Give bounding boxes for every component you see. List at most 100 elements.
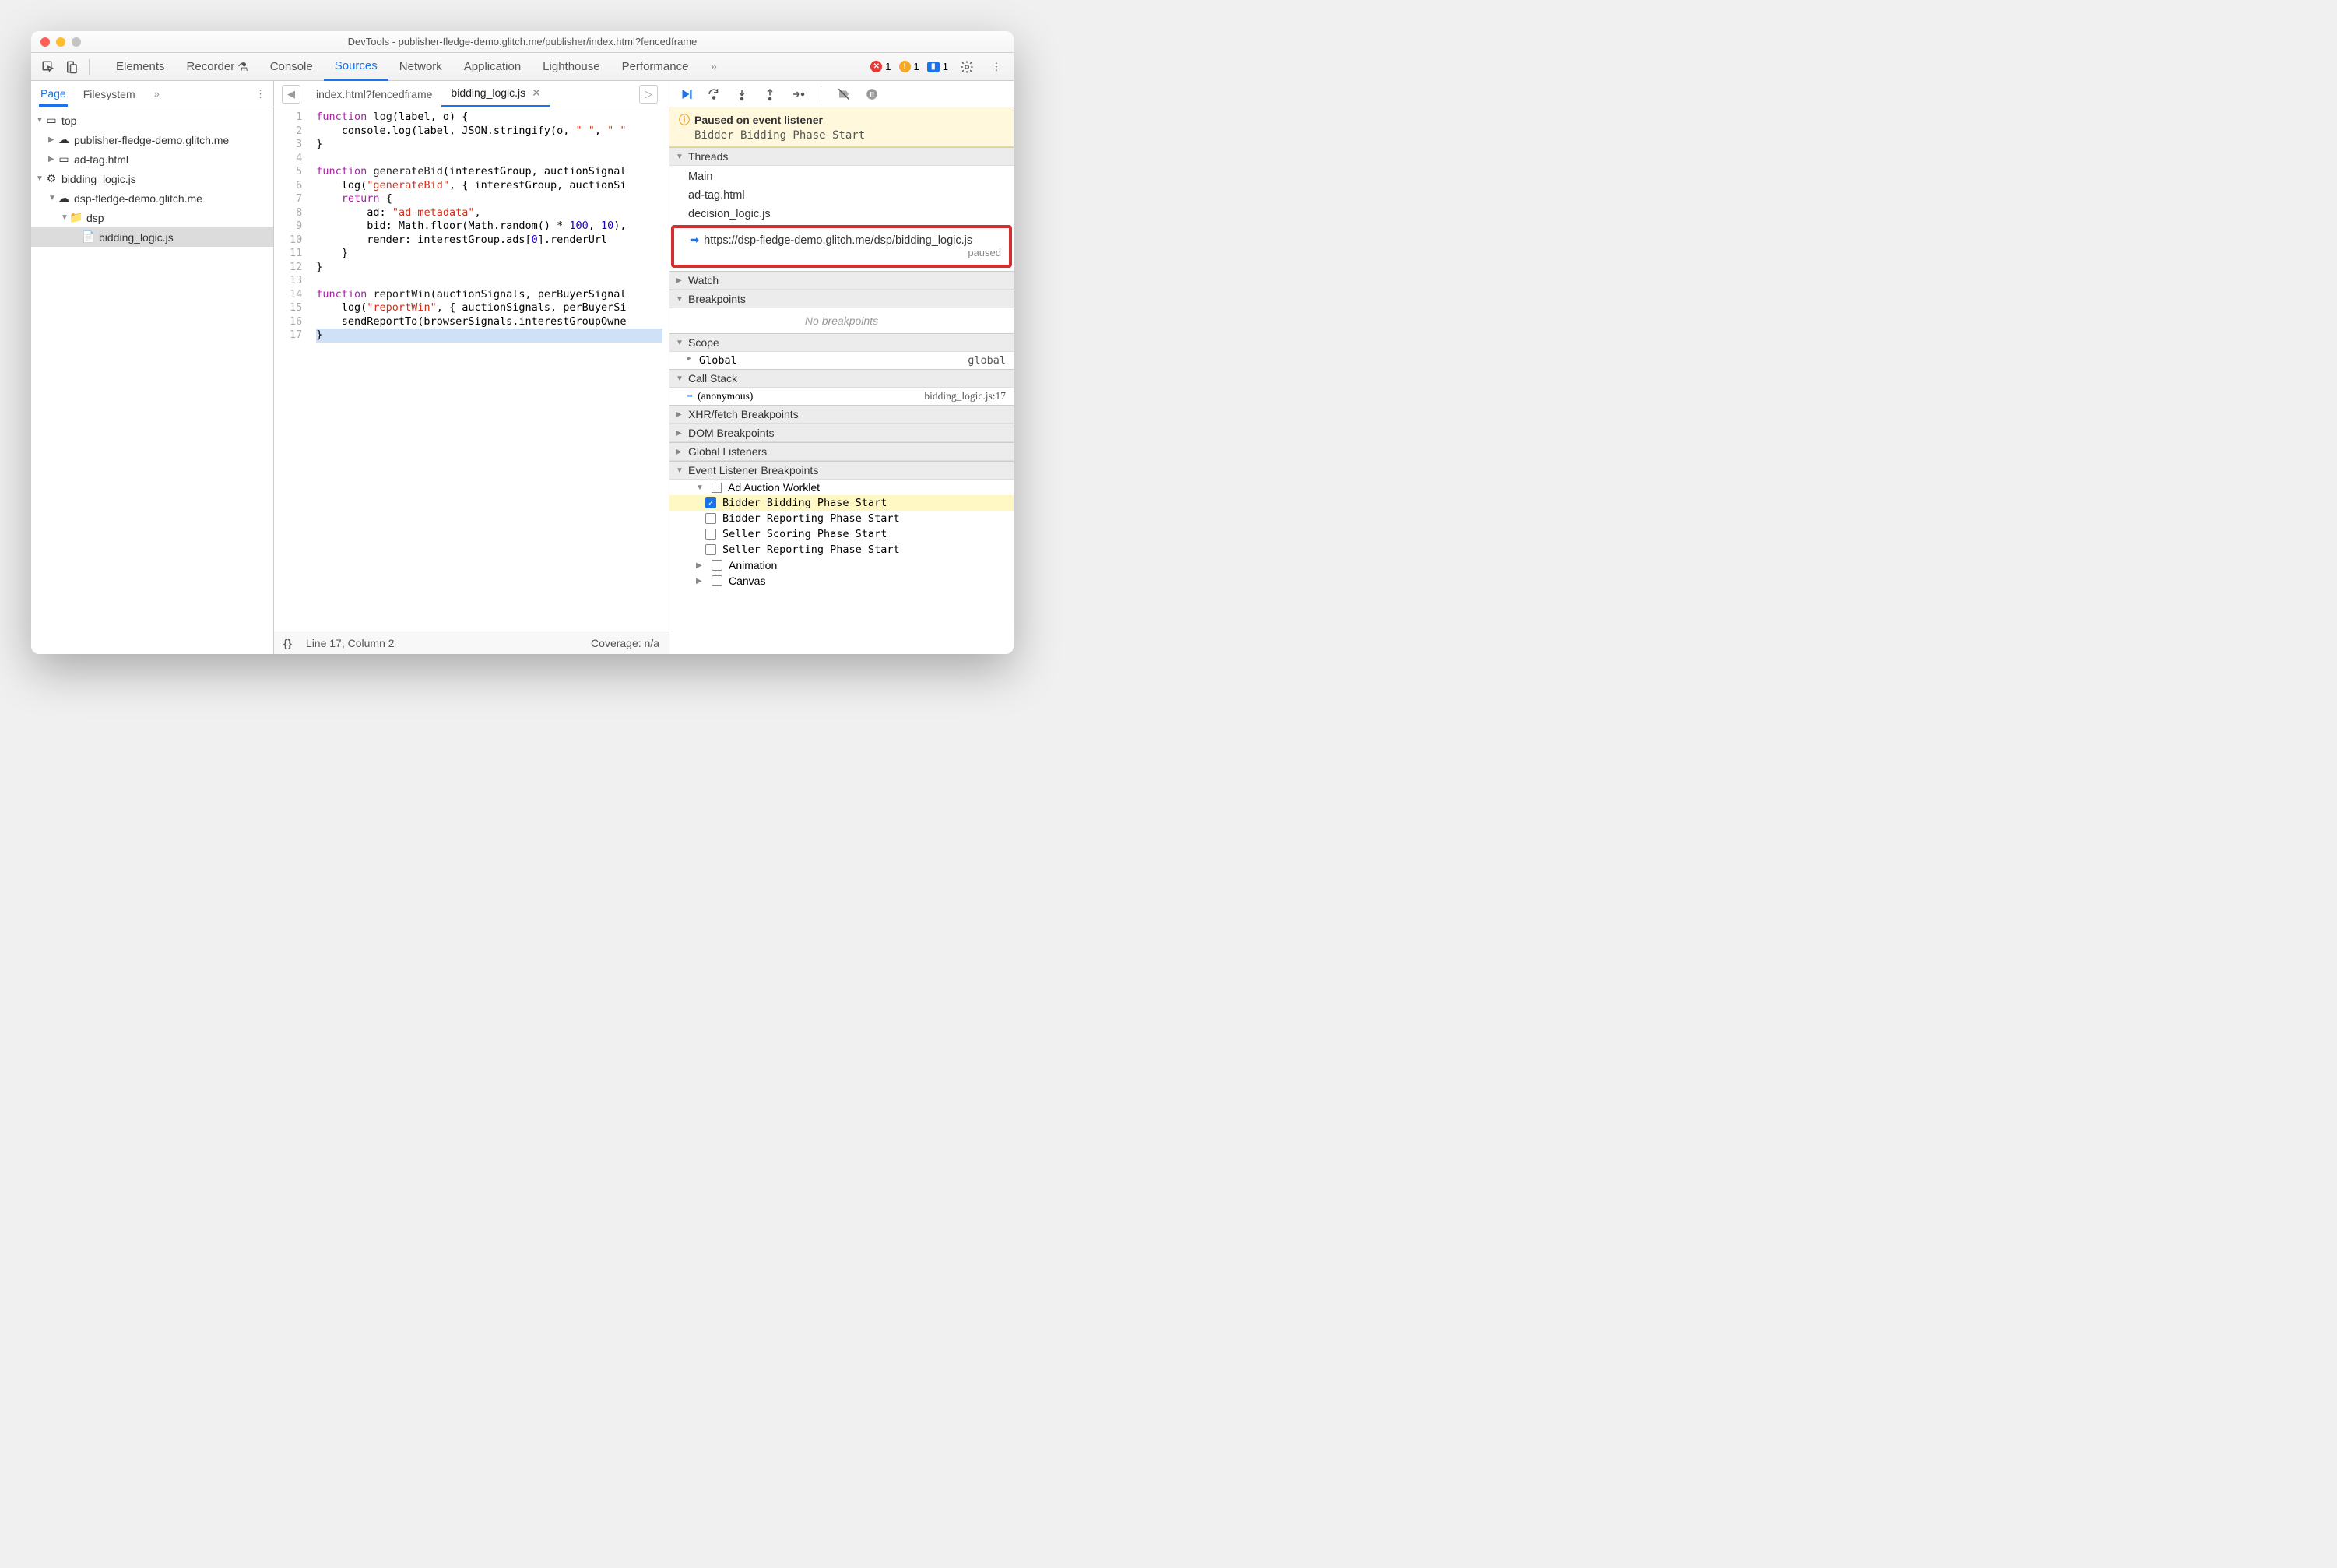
callstack-header[interactable]: ▼Call Stack — [669, 369, 1014, 388]
checkbox-icon[interactable] — [705, 529, 716, 540]
thread-adtag[interactable]: ad-tag.html — [669, 186, 1014, 205]
issues-badge[interactable]: ▮1 — [927, 61, 948, 72]
tab-console[interactable]: Console — [259, 53, 324, 81]
errors-badge[interactable]: ✕1 — [870, 61, 891, 72]
navigator-pane: Page Filesystem » ⋮ ▼▭top ▶☁publisher-fl… — [31, 81, 274, 654]
checkbox-checked-icon[interactable]: ✓ — [705, 497, 716, 508]
thread-main[interactable]: Main — [669, 167, 1014, 186]
ev-bidder-reporting-start[interactable]: Bidder Reporting Phase Start — [669, 511, 1014, 526]
tab-performance[interactable]: Performance — [611, 53, 700, 81]
tree-item-dsp-folder[interactable]: ▼📁dsp — [31, 208, 273, 227]
threads-header[interactable]: ▼Threads — [669, 147, 1014, 166]
ev-category-animation[interactable]: ▶Animation — [669, 557, 1014, 573]
step-button[interactable] — [788, 84, 808, 104]
tab-application[interactable]: Application — [453, 53, 532, 81]
step-out-button[interactable] — [760, 84, 780, 104]
flask-icon: ⚗ — [237, 60, 248, 74]
checkbox-icon[interactable] — [705, 544, 716, 555]
close-window-button[interactable] — [40, 37, 50, 47]
navigator-menu-button[interactable]: ⋮ — [255, 88, 265, 100]
navigator-tab-filesystem[interactable]: Filesystem — [82, 83, 137, 105]
tree-item-bidding-worklet[interactable]: ▼⚙bidding_logic.js — [31, 169, 273, 188]
tree-item-dsp-domain[interactable]: ▼☁dsp-fledge-demo.glitch.me — [31, 188, 273, 208]
file-tab-bidding[interactable]: bidding_logic.js✕ — [441, 81, 550, 107]
callstack-frame[interactable]: ➡(anonymous)bidding_logic.js:17 — [669, 388, 1014, 405]
close-tab-icon[interactable]: ✕ — [532, 86, 541, 100]
thread-decision[interactable]: decision_logic.js — [669, 205, 1014, 223]
run-snippet-button[interactable]: ▷ — [639, 85, 658, 104]
device-toggle-button[interactable] — [61, 56, 83, 78]
watch-header[interactable]: ▶Watch — [669, 271, 1014, 290]
tree-label: bidding_logic.js — [62, 173, 136, 185]
ev-seller-reporting-start[interactable]: Seller Reporting Phase Start — [669, 542, 1014, 557]
checkbox-icon[interactable] — [705, 513, 716, 524]
tab-lighthouse[interactable]: Lighthouse — [532, 53, 610, 81]
ev-bidder-bidding-start[interactable]: ✓Bidder Bidding Phase Start — [669, 495, 1014, 511]
tab-network[interactable]: Network — [388, 53, 453, 81]
zoom-window-button[interactable] — [72, 37, 81, 47]
thread-paused-label: paused — [690, 247, 1001, 258]
checkbox-icon[interactable] — [712, 575, 722, 586]
issues-count: 1 — [943, 61, 948, 72]
code-editor[interactable]: 1234567891011121314151617 function log(l… — [274, 107, 669, 631]
cursor-position: Line 17, Column 2 — [306, 637, 395, 649]
xhr-breakpoints-header[interactable]: ▶XHR/fetch Breakpoints — [669, 405, 1014, 424]
section-label: XHR/fetch Breakpoints — [688, 408, 799, 420]
breakpoints-header[interactable]: ▼Breakpoints — [669, 290, 1014, 308]
tab-elements[interactable]: Elements — [105, 53, 176, 81]
scope-header[interactable]: ▼Scope — [669, 333, 1014, 352]
minimize-window-button[interactable] — [56, 37, 65, 47]
warnings-badge[interactable]: !1 — [899, 61, 919, 72]
navigator-tab-page[interactable]: Page — [39, 83, 68, 107]
checkbox-icon[interactable] — [712, 560, 722, 571]
more-tabs-button[interactable]: » — [699, 53, 727, 81]
toolbar-right: ✕1 !1 ▮1 ⋮ — [870, 56, 1007, 78]
deactivate-breakpoints-button[interactable] — [834, 84, 854, 104]
settings-button[interactable] — [956, 56, 978, 78]
editor-statusbar: {} Line 17, Column 2 Coverage: n/a — [274, 631, 669, 654]
devtools-window: DevTools - publisher-fledge-demo.glitch.… — [31, 31, 1014, 654]
tree-item-top[interactable]: ▼▭top — [31, 111, 273, 130]
js-file-icon: 📄 — [83, 231, 95, 244]
more-menu-button[interactable]: ⋮ — [986, 56, 1007, 78]
nav-back-button[interactable]: ◀ — [282, 85, 300, 104]
folder-icon: 📁 — [70, 212, 83, 224]
step-over-button[interactable] — [704, 84, 724, 104]
tree-label: dsp — [86, 212, 104, 224]
event-listener-bp-header[interactable]: ▼Event Listener Breakpoints — [669, 461, 1014, 480]
global-listeners-header[interactable]: ▶Global Listeners — [669, 442, 1014, 461]
line-gutter: 1234567891011121314151617 — [274, 107, 310, 631]
file-tab-index[interactable]: index.html?fencedframe — [307, 81, 441, 107]
section-label: Event Listener Breakpoints — [688, 464, 818, 476]
navigator-more-button[interactable]: » — [154, 88, 160, 100]
step-into-button[interactable] — [732, 84, 752, 104]
thread-bidding-highlighted[interactable]: ➡https://dsp-fledge-demo.glitch.me/dsp/b… — [671, 225, 1012, 268]
separator — [89, 59, 90, 75]
pretty-print-button[interactable]: {} — [283, 637, 292, 649]
scope-global[interactable]: ▶Globalglobal — [669, 352, 1014, 369]
tab-recorder-label: Recorder — [187, 60, 235, 73]
tree-item-bidding-logic-file[interactable]: 📄bidding_logic.js — [31, 227, 273, 247]
ev-category-canvas[interactable]: ▶Canvas — [669, 573, 1014, 589]
ev-seller-scoring-start[interactable]: Seller Scoring Phase Start — [669, 526, 1014, 542]
ev-category-label: Ad Auction Worklet — [728, 481, 820, 494]
tree-item-publisher-domain[interactable]: ▶☁publisher-fledge-demo.glitch.me — [31, 130, 273, 149]
tree-item-ad-tag[interactable]: ▶▭ad-tag.html — [31, 149, 273, 169]
info-icon: ⓘ — [679, 112, 690, 128]
error-icon: ✕ — [870, 61, 882, 72]
ev-category-ad-auction[interactable]: ▼−Ad Auction Worklet — [669, 480, 1014, 495]
resume-button[interactable] — [676, 84, 696, 104]
current-thread-icon: ➡ — [690, 234, 699, 247]
tab-sources[interactable]: Sources — [324, 53, 388, 81]
ev-category-label: Canvas — [729, 575, 765, 587]
main-toolbar: Elements Recorder ⚗ Console Sources Netw… — [31, 53, 1014, 81]
paused-reason: Bidder Bidding Phase Start — [694, 129, 1004, 142]
scope-name: Global — [699, 354, 737, 367]
pause-exceptions-button[interactable] — [862, 84, 882, 104]
tab-recorder[interactable]: Recorder ⚗ — [176, 53, 259, 81]
coverage-status: Coverage: n/a — [591, 637, 659, 649]
dom-breakpoints-header[interactable]: ▶DOM Breakpoints — [669, 424, 1014, 442]
inspect-element-button[interactable] — [37, 56, 59, 78]
section-label: Breakpoints — [688, 293, 746, 305]
tree-label: dsp-fledge-demo.glitch.me — [74, 192, 202, 205]
